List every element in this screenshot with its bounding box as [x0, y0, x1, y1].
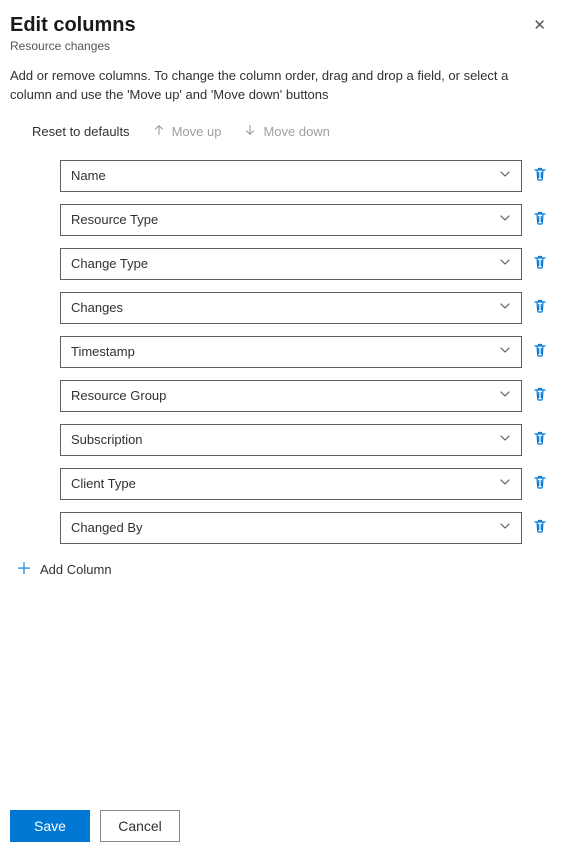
- delete-column-button[interactable]: [532, 474, 550, 493]
- column-select[interactable]: Client Type: [60, 468, 522, 500]
- plus-icon: ＋: [16, 562, 32, 578]
- delete-column-button[interactable]: [532, 518, 550, 537]
- chevron-down-icon: [499, 300, 511, 315]
- column-select-label: Changes: [71, 300, 123, 315]
- column-select[interactable]: Name: [60, 160, 522, 192]
- cancel-label: Cancel: [118, 818, 162, 834]
- reset-defaults-button[interactable]: Reset to defaults: [32, 124, 130, 139]
- column-select-label: Name: [71, 168, 106, 183]
- column-select[interactable]: Timestamp: [60, 336, 522, 368]
- close-icon: ✕: [533, 17, 546, 34]
- column-row: Resource Type: [60, 204, 550, 236]
- trash-icon: [532, 166, 548, 185]
- trash-icon: [532, 342, 548, 361]
- move-down-button[interactable]: Move down: [243, 123, 329, 140]
- toolbar: Reset to defaults Move up Move down: [10, 123, 552, 140]
- column-select[interactable]: Resource Group: [60, 380, 522, 412]
- chevron-down-icon: [499, 388, 511, 403]
- trash-icon: [532, 430, 548, 449]
- column-select[interactable]: Resource Type: [60, 204, 522, 236]
- delete-column-button[interactable]: [532, 254, 550, 273]
- panel-title: Edit columns: [10, 14, 136, 37]
- move-up-label: Move up: [172, 124, 222, 139]
- add-column-label: Add Column: [40, 562, 112, 577]
- column-row: Changes: [60, 292, 550, 324]
- trash-icon: [532, 518, 548, 537]
- chevron-down-icon: [499, 432, 511, 447]
- column-row: Changed By: [60, 512, 550, 544]
- save-button[interactable]: Save: [10, 810, 90, 842]
- delete-column-button[interactable]: [532, 298, 550, 317]
- chevron-down-icon: [499, 344, 511, 359]
- reset-defaults-label: Reset to defaults: [32, 124, 130, 139]
- save-label: Save: [34, 818, 66, 834]
- column-row: Timestamp: [60, 336, 550, 368]
- trash-icon: [532, 386, 548, 405]
- column-select[interactable]: Changed By: [60, 512, 522, 544]
- move-down-label: Move down: [263, 124, 329, 139]
- panel-description: Add or remove columns. To change the col…: [10, 67, 552, 105]
- chevron-down-icon: [499, 212, 511, 227]
- delete-column-button[interactable]: [532, 166, 550, 185]
- chevron-down-icon: [499, 476, 511, 491]
- column-select-label: Subscription: [71, 432, 143, 447]
- delete-column-button[interactable]: [532, 430, 550, 449]
- chevron-down-icon: [499, 168, 511, 183]
- trash-icon: [532, 474, 548, 493]
- column-select-label: Change Type: [71, 256, 148, 271]
- trash-icon: [532, 254, 548, 273]
- delete-column-button[interactable]: [532, 386, 550, 405]
- column-row: Client Type: [60, 468, 550, 500]
- panel-header: Edit columns Resource changes ✕: [10, 14, 552, 53]
- arrow-down-icon: [243, 123, 257, 140]
- column-row: Name: [60, 160, 550, 192]
- panel-subtitle: Resource changes: [10, 39, 136, 53]
- column-row: Change Type: [60, 248, 550, 280]
- move-up-button[interactable]: Move up: [152, 123, 222, 140]
- cancel-button[interactable]: Cancel: [100, 810, 180, 842]
- column-select-label: Resource Type: [71, 212, 158, 227]
- column-select-label: Client Type: [71, 476, 136, 491]
- chevron-down-icon: [499, 256, 511, 271]
- column-select-label: Resource Group: [71, 388, 166, 403]
- chevron-down-icon: [499, 520, 511, 535]
- column-list: Name Resource Type Change Type Changes Times…: [10, 160, 552, 544]
- delete-column-button[interactable]: [532, 210, 550, 229]
- add-column-button[interactable]: ＋ Add Column: [16, 562, 112, 578]
- column-select-label: Timestamp: [71, 344, 135, 359]
- column-select-label: Changed By: [71, 520, 143, 535]
- column-row: Subscription: [60, 424, 550, 456]
- header-text: Edit columns Resource changes: [10, 14, 136, 53]
- column-row: Resource Group: [60, 380, 550, 412]
- close-button[interactable]: ✕: [527, 14, 552, 36]
- footer: Save Cancel: [10, 810, 180, 842]
- trash-icon: [532, 210, 548, 229]
- delete-column-button[interactable]: [532, 342, 550, 361]
- column-select[interactable]: Change Type: [60, 248, 522, 280]
- arrow-up-icon: [152, 123, 166, 140]
- column-select[interactable]: Subscription: [60, 424, 522, 456]
- column-select[interactable]: Changes: [60, 292, 522, 324]
- trash-icon: [532, 298, 548, 317]
